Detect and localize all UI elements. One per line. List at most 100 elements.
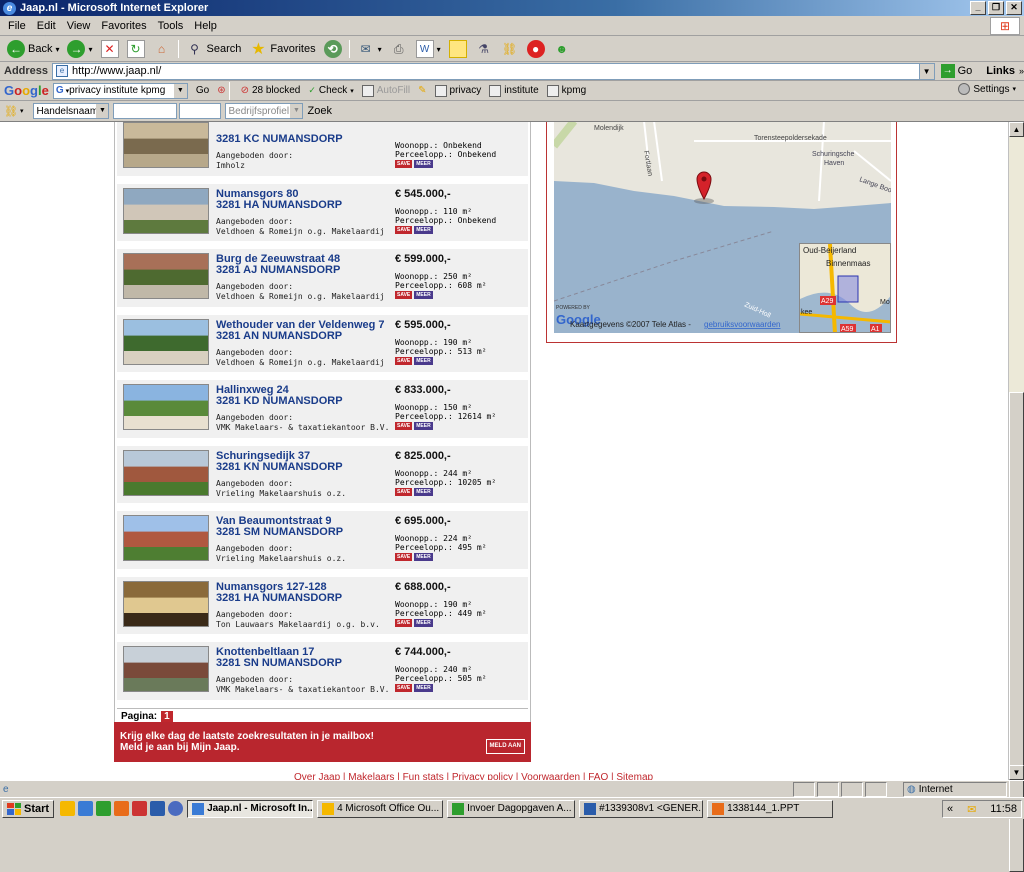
task-ppt[interactable]: 1338144_1.PPT: [707, 799, 834, 818]
mailbox-banner[interactable]: Krijg elke dag de laatste zoekresultaten…: [114, 722, 531, 762]
save-button[interactable]: SAVE: [395, 160, 413, 168]
menu-edit[interactable]: Edit: [33, 20, 63, 32]
listing-row[interactable]: Knottenbeltlaan 17 3281 SN NUMANSDORP Aang…: [117, 642, 528, 708]
save-button[interactable]: SAVE: [395, 618, 413, 627]
listing-photo[interactable]: [123, 253, 209, 299]
listing-city[interactable]: 3281 HA NUMANSDORP: [216, 199, 342, 211]
listing-row[interactable]: Hallinxweg 24 3281 KD NUMANSDORP Aangebode…: [117, 380, 528, 446]
meer-button[interactable]: MEER: [414, 291, 433, 299]
stop-button[interactable]: ✕: [97, 38, 123, 60]
outlook-icon[interactable]: [60, 801, 76, 816]
meer-button[interactable]: MEER: [414, 225, 433, 234]
listing-photo[interactable]: [123, 318, 209, 365]
listing-city[interactable]: 3281 SM NUMANSDORP: [216, 526, 343, 538]
address-dropdown-icon[interactable]: ▼: [918, 63, 934, 79]
search-field-2[interactable]: [179, 103, 222, 119]
footer-links[interactable]: Over Jaap | Makelaars | Fun stats | Priv…: [294, 772, 653, 780]
meld-aan-button[interactable]: MELD AAN: [485, 739, 525, 754]
listing-photo[interactable]: [123, 580, 209, 627]
listing-photo[interactable]: [123, 449, 209, 496]
popup-blocker-button[interactable]: ⊘ 28 blocked: [241, 85, 301, 96]
mail-tray-icon[interactable]: ✉: [967, 803, 976, 816]
listing-row[interactable]: 3281 KC NUMANSDORP Aangeboden door: Imholz…: [117, 122, 528, 184]
task-invoer[interactable]: Invoer Dagopgaven A...: [447, 799, 576, 818]
close-button[interactable]: ✕: [1006, 1, 1022, 15]
settings-button[interactable]: Settings ▾: [958, 83, 1016, 95]
meer-button[interactable]: MEER: [414, 618, 433, 627]
app-icon[interactable]: [132, 801, 148, 816]
menu-favorites[interactable]: Favorites: [97, 20, 153, 32]
term-kpmg-button[interactable]: kpmg: [546, 84, 586, 97]
tray-expand-icon[interactable]: «: [947, 803, 953, 815]
home-button[interactable]: ⌂: [149, 38, 175, 60]
task-ie[interactable]: Jaap.nl - Microsoft In...: [187, 799, 314, 818]
listing-photo[interactable]: [123, 187, 209, 234]
bedrijfsprofiel-select[interactable]: Bedrijfsprofiel € ▼: [225, 103, 304, 119]
listing-row[interactable]: Numansgors 127-128 3281 HA NUMANSDORP Aang…: [117, 576, 528, 642]
notes-button[interactable]: [445, 38, 471, 60]
listing-photo[interactable]: [123, 515, 209, 561]
listing-city[interactable]: 3281 KD NUMANSDORP: [216, 395, 343, 407]
meer-button[interactable]: MEER: [414, 356, 433, 365]
zoek-button[interactable]: Zoek: [307, 105, 331, 117]
listing-row[interactable]: Numansgors 80 3281 HA NUMANSDORP Aangebode…: [117, 183, 528, 249]
print-button[interactable]: ⎙: [386, 38, 412, 60]
back-button[interactable]: ← Back ▾: [3, 38, 63, 60]
chevron-right-icon[interactable]: »: [1019, 66, 1024, 76]
listing-row[interactable]: Van Beaumontstraat 9 3281 SM NUMANSDORP Aa…: [117, 511, 528, 577]
highlight-button[interactable]: ✎: [418, 85, 426, 96]
media-icon[interactable]: [168, 801, 184, 816]
listing-row[interactable]: Schuringsedijk 37 3281 KN NUMANSDORP Aange…: [117, 445, 528, 511]
ie-quicklaunch-icon[interactable]: [78, 801, 94, 816]
map-inset[interactable]: Oud-Beijerland Binnenmaas A29 A59 A1 kee…: [799, 243, 891, 333]
history-button[interactable]: ⟲: [320, 38, 346, 60]
meer-button[interactable]: MEER: [414, 487, 433, 496]
listing-row[interactable]: Wethouder van der Veldenweg 7 3281 AN NUM…: [117, 314, 528, 380]
powerpoint-icon[interactable]: [114, 801, 130, 816]
google-search-input[interactable]: G ▾ privacy institute kpmg ▼: [52, 82, 188, 99]
links-button[interactable]: Links: [986, 65, 1015, 77]
address-input[interactable]: e http://www.jaap.nl/ ▼: [52, 62, 935, 80]
forward-button[interactable]: → ▾: [63, 38, 96, 60]
meer-button[interactable]: MEER: [414, 160, 433, 168]
search-button[interactable]: ⚲ Search: [182, 38, 246, 60]
task-office[interactable]: 4 Microsoft Office Ou...: [317, 799, 444, 818]
google-options-button[interactable]: ⊛: [217, 85, 225, 96]
search-field-1[interactable]: [113, 103, 178, 119]
meer-button[interactable]: MEER: [414, 422, 433, 430]
menu-tools[interactable]: Tools: [154, 20, 191, 32]
listing-city[interactable]: 3281 KC NUMANSDORP: [216, 133, 343, 145]
save-button[interactable]: SAVE: [395, 684, 413, 692]
chain-icon[interactable]: ⛓: [4, 105, 18, 118]
menu-file[interactable]: File: [4, 20, 33, 32]
research-button[interactable]: ⚗: [471, 38, 497, 60]
menu-view[interactable]: View: [63, 20, 98, 32]
start-button[interactable]: Start: [2, 799, 55, 818]
google-logo[interactable]: Google: [4, 83, 49, 98]
map-terms-link[interactable]: gebruiksvoorwaarden: [704, 320, 781, 329]
save-button[interactable]: SAVE: [395, 487, 413, 496]
spellcheck-button[interactable]: ✓ Check ▾: [308, 85, 353, 96]
go-button[interactable]: → Go: [940, 64, 972, 78]
refresh-button[interactable]: ↻: [123, 38, 149, 60]
mail-button[interactable]: ✉ ▾: [353, 38, 386, 60]
messenger-button[interactable]: ☻: [549, 38, 575, 60]
meer-button[interactable]: MEER: [414, 684, 433, 692]
word-quicklaunch-icon[interactable]: [150, 801, 166, 816]
excel-icon[interactable]: [96, 801, 112, 816]
edit-button[interactable]: W ▾: [412, 38, 445, 60]
term-privacy-button[interactable]: privacy: [434, 84, 481, 97]
popup-button[interactable]: ●: [523, 38, 549, 60]
save-button[interactable]: SAVE: [395, 291, 413, 299]
favorites-button[interactable]: ★ Favorites: [245, 38, 319, 60]
save-button[interactable]: SAVE: [395, 422, 413, 430]
vertical-scrollbar[interactable]: ▲ ▼: [1008, 122, 1024, 872]
google-go-button[interactable]: Go: [196, 85, 209, 96]
scroll-down-icon[interactable]: ▼: [1009, 765, 1024, 780]
save-button[interactable]: SAVE: [395, 356, 413, 365]
meer-button[interactable]: MEER: [414, 553, 433, 561]
listing-photo[interactable]: [123, 122, 209, 168]
restore-button[interactable]: ❐: [988, 1, 1004, 15]
messenger-plugin-button[interactable]: ⛓: [497, 38, 523, 60]
save-button[interactable]: SAVE: [395, 225, 413, 234]
